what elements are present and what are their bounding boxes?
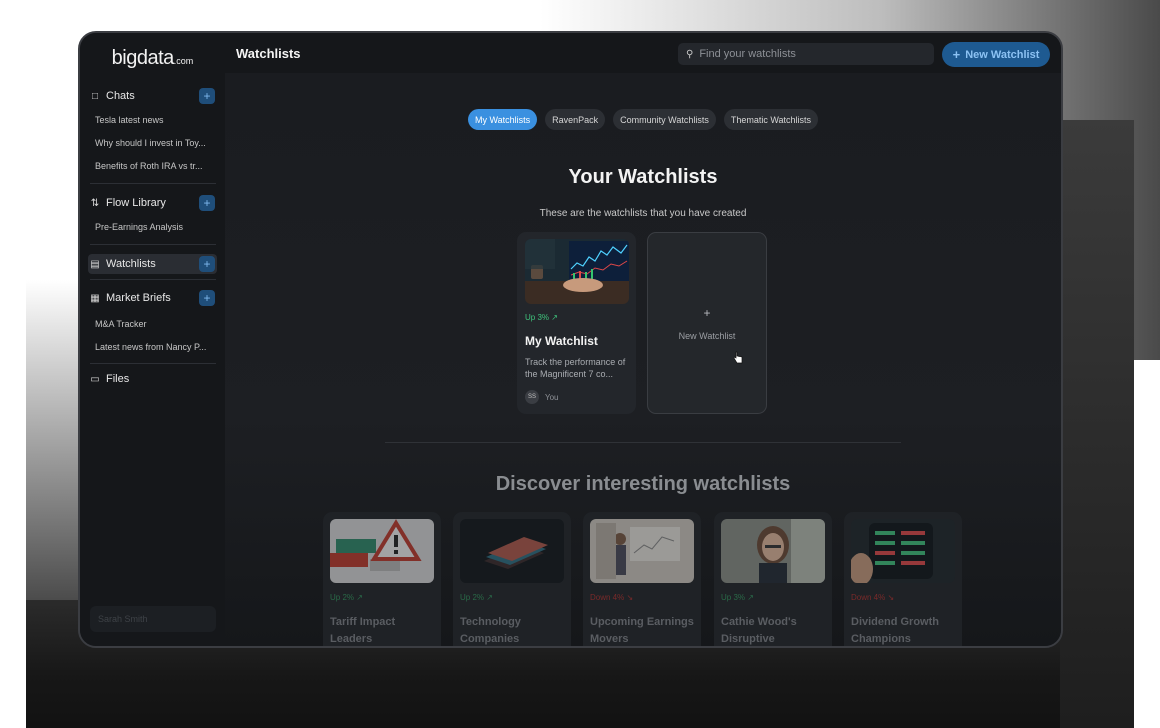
sidebar-section-label: Watchlists xyxy=(106,258,156,270)
logo-suffix: .com xyxy=(173,56,194,66)
hand-cursor-icon xyxy=(733,351,743,369)
discover-card[interactable]: Up 3% ↗ Cathie Wood's Disruptive xyxy=(714,512,832,646)
tab-ravenpack[interactable]: RavenPack xyxy=(545,109,606,130)
app-window: bigdata.com □ Chats + Tesla latest news … xyxy=(78,31,1063,648)
page-title: Watchlists xyxy=(236,46,301,61)
sidebar-item-chat[interactable]: Tesla latest news xyxy=(95,115,217,125)
discover-title: Cathie Wood's Disruptive xyxy=(721,616,797,645)
tab-community-watchlists[interactable]: Community Watchlists xyxy=(613,109,716,130)
discover-thumbnail xyxy=(721,519,825,583)
top-bar: Watchlists ⚲ Find your watchlists + New … xyxy=(225,33,1061,74)
sidebar-item-chat[interactable]: Benefits of Roth IRA vs tr... xyxy=(95,161,217,171)
change-text: Up 2% xyxy=(330,593,355,602)
discover-thumbnail xyxy=(590,519,694,583)
change-text: Down 4% xyxy=(851,593,886,602)
watchlist-owner: SS You xyxy=(525,390,559,404)
add-chat-button[interactable]: + xyxy=(199,88,215,104)
sidebar-section-label: Market Briefs xyxy=(106,292,171,304)
discover-title: Dividend Growth Champions xyxy=(851,616,939,645)
change-badge: Down 4% ↘ xyxy=(590,593,633,602)
trend-down-icon: ↘ xyxy=(626,593,634,602)
discover-title: Technology Companies xyxy=(460,616,521,645)
avatar: SS xyxy=(525,390,539,404)
new-watchlist-card[interactable]: + New Watchlist xyxy=(647,232,767,414)
sidebar-section-label: Files xyxy=(106,373,130,385)
divider xyxy=(90,244,216,245)
search-input[interactable]: ⚲ Find your watchlists xyxy=(678,43,934,65)
divider xyxy=(385,442,901,443)
watchlist-tabs: My Watchlists RavenPack Community Watchl… xyxy=(225,109,1061,130)
change-badge: Up 3% ↗ xyxy=(525,313,558,322)
new-watchlist-card-label: New Watchlist xyxy=(678,331,736,341)
sidebar-section-watchlists[interactable]: ▤ Watchlists + xyxy=(88,254,217,274)
add-brief-button[interactable]: + xyxy=(199,290,215,306)
section-subheading: These are the watchlists that you have c… xyxy=(539,208,747,219)
sidebar-section-flow-library[interactable]: ⇅ Flow Library + xyxy=(88,193,217,213)
sidebar-section-label: Flow Library xyxy=(106,197,166,209)
discover-heading: Discover interesting watchlists xyxy=(495,473,791,495)
discover-card[interactable]: Up 2% ↗ Technology Companies xyxy=(453,512,571,646)
divider xyxy=(90,279,216,280)
folder-icon: ▭ xyxy=(90,373,100,385)
discover-thumbnail xyxy=(851,519,955,583)
plus-icon: + xyxy=(952,47,961,62)
discover-card[interactable]: Down 4% ↘ Dividend Growth Champions xyxy=(844,512,962,646)
sidebar: bigdata.com □ Chats + Tesla latest news … xyxy=(80,33,226,646)
change-text: Up 2% xyxy=(460,593,485,602)
trend-down-icon: ↘ xyxy=(887,593,895,602)
change-text: Up 3% xyxy=(721,593,746,602)
sidebar-item-brief[interactable]: Latest news from Nancy P... xyxy=(95,342,217,352)
section-heading: Your Watchlists xyxy=(568,166,718,188)
user-profile-button[interactable]: Sarah Smith xyxy=(90,606,216,632)
sidebar-item-chat[interactable]: Why should I invest in Toy... xyxy=(95,138,217,148)
change-badge: Up 3% ↗ xyxy=(721,593,754,602)
new-watchlist-button[interactable]: + New Watchlist xyxy=(942,42,1050,67)
watchlist-title: My Watchlist xyxy=(525,334,598,348)
main-content: My Watchlists RavenPack Community Watchl… xyxy=(225,73,1061,646)
change-badge: Up 2% ↗ xyxy=(460,593,493,602)
watchlist-thumbnail xyxy=(525,239,629,304)
sidebar-section-files[interactable]: ▭ Files xyxy=(88,369,217,389)
discover-title: Tariff Impact Leaders xyxy=(330,616,396,645)
change-text: Up 3% xyxy=(525,313,550,322)
chat-bubble-icon: □ xyxy=(91,90,99,102)
sidebar-section-market-briefs[interactable]: ▦ Market Briefs + xyxy=(88,288,217,308)
user-name: Sarah Smith xyxy=(98,614,148,624)
new-watchlist-label: New Watchlist xyxy=(965,48,1040,61)
sidebar-section-label: Chats xyxy=(106,90,135,102)
list-icon: ▤ xyxy=(90,258,100,270)
logo-text: bigdata xyxy=(111,47,175,69)
add-flow-button[interactable]: + xyxy=(199,195,215,211)
discover-card[interactable]: Up 2% ↗ Tariff Impact Leaders xyxy=(323,512,441,646)
plus-icon: + xyxy=(703,306,711,320)
trend-up-icon: ↗ xyxy=(486,593,493,602)
search-icon: ⚲ xyxy=(686,48,694,60)
watchlist-card[interactable]: Up 3% ↗ My Watchlist Track the performan… xyxy=(517,232,636,414)
backdrop-gradient-right xyxy=(1060,120,1134,728)
watchlist-description: Track the performance of the Magnificent… xyxy=(525,357,626,379)
discover-thumbnail xyxy=(460,519,564,583)
discover-thumbnail xyxy=(330,519,434,583)
tab-my-watchlists[interactable]: My Watchlists xyxy=(467,109,538,130)
divider xyxy=(90,183,216,184)
trend-up-icon: ↗ xyxy=(356,593,363,602)
trend-up-icon: ↗ xyxy=(551,313,558,322)
logo[interactable]: bigdata.com xyxy=(80,47,225,70)
divider xyxy=(90,363,216,364)
owner-name: You xyxy=(545,392,559,402)
tab-thematic-watchlists[interactable]: Thematic Watchlists xyxy=(723,109,819,130)
sidebar-item-brief[interactable]: M&A Tracker xyxy=(95,319,217,329)
change-text: Down 4% xyxy=(590,593,625,602)
sidebar-item-flow[interactable]: Pre-Earnings Analysis xyxy=(95,222,217,232)
flow-icon: ⇅ xyxy=(90,197,100,209)
sidebar-section-chats[interactable]: □ Chats + xyxy=(88,86,217,106)
trend-up-icon: ↗ xyxy=(747,593,754,602)
discover-title: Upcoming Earnings Movers xyxy=(590,616,694,645)
newspaper-icon: ▦ xyxy=(90,292,100,304)
change-badge: Down 4% ↘ xyxy=(851,593,894,602)
add-watchlist-button[interactable]: + xyxy=(199,256,215,272)
search-placeholder: Find your watchlists xyxy=(699,48,796,60)
discover-card[interactable]: Down 4% ↘ Upcoming Earnings Movers xyxy=(583,512,701,646)
change-badge: Up 2% ↗ xyxy=(330,593,363,602)
